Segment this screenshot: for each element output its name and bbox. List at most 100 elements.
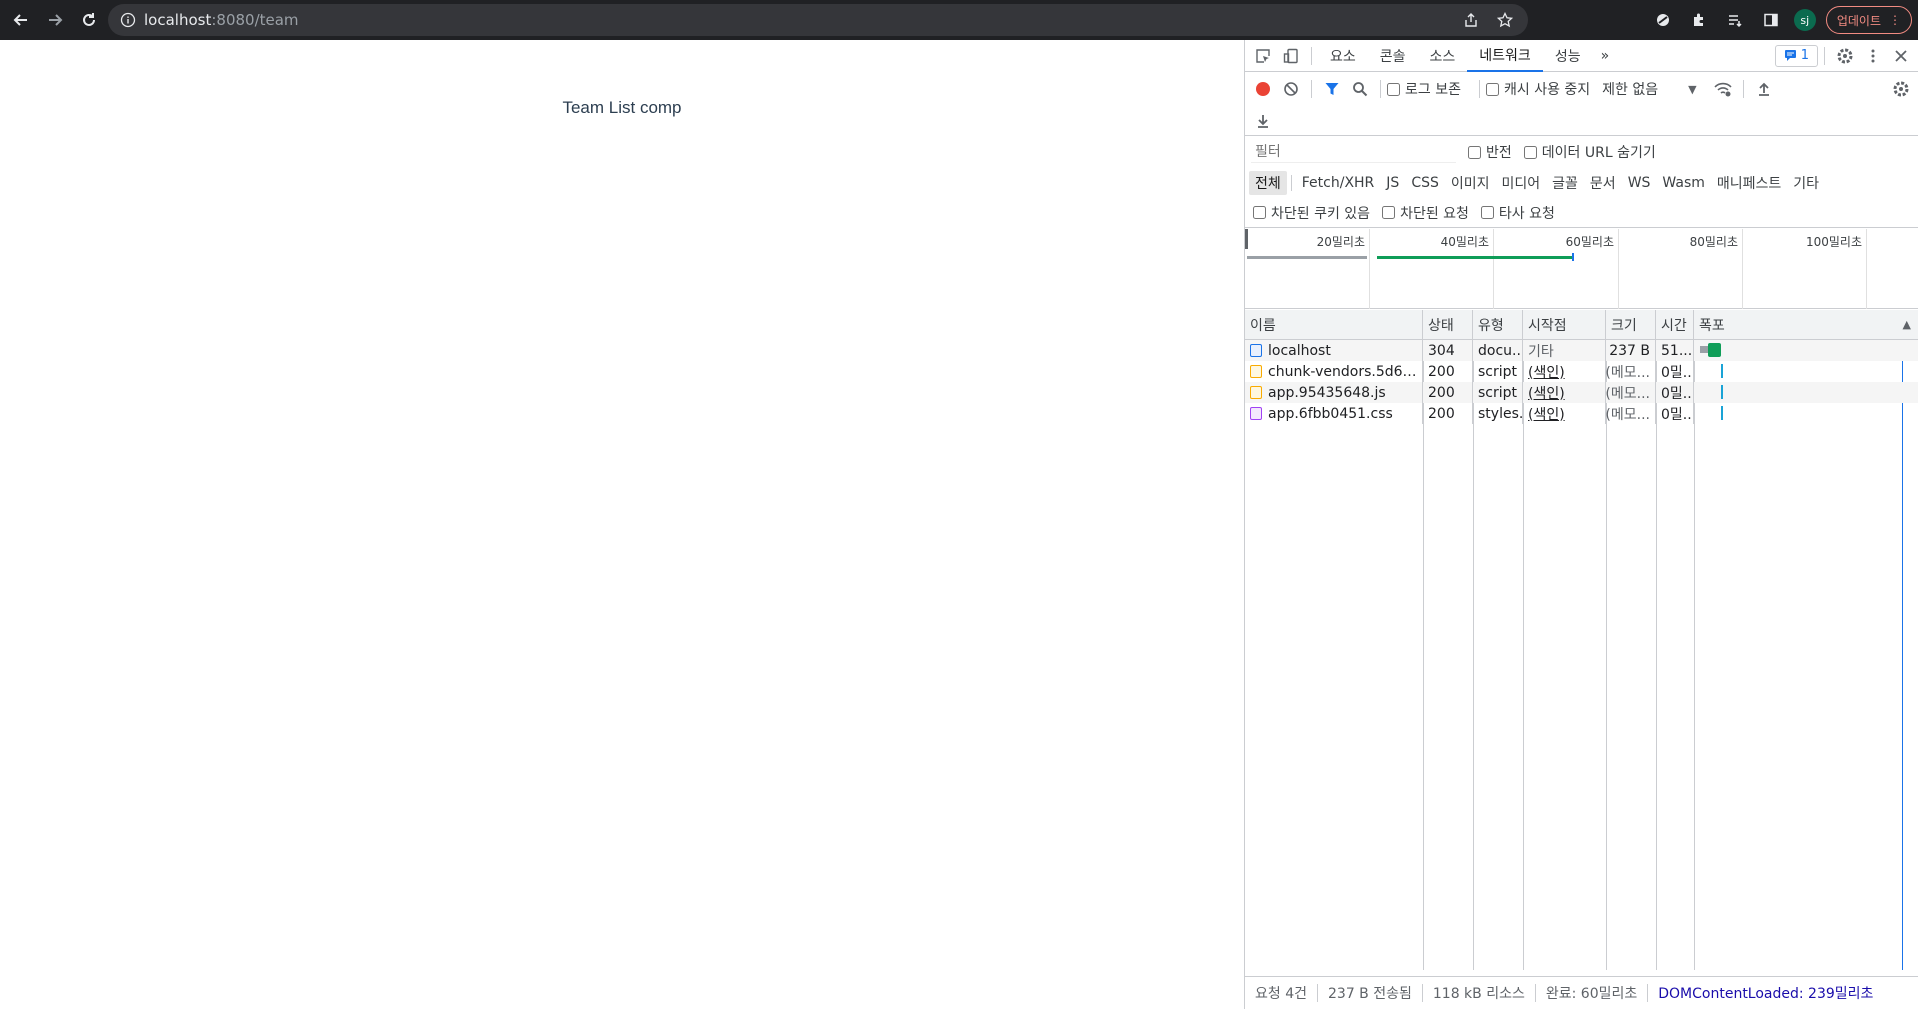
more-tabs-button[interactable]: » — [1593, 40, 1618, 72]
blocked-cookies-input[interactable] — [1253, 206, 1266, 219]
table-row[interactable]: localhost 304 docu... 기타 237 B 51... — [1245, 340, 1918, 361]
request-initiator-cell[interactable]: (색인) — [1523, 403, 1606, 424]
info-icon[interactable] — [120, 12, 136, 28]
back-button[interactable] — [4, 3, 38, 37]
overview-tick-label: 20밀리초 — [1316, 235, 1365, 249]
issues-count: 1 — [1800, 48, 1809, 63]
throttle-select[interactable]: 제한 없음 ▼ — [1602, 79, 1696, 99]
script-file-icon — [1250, 365, 1262, 378]
request-name-cell[interactable]: chunk-vendors.5d66e1d9... — [1245, 361, 1423, 382]
device-toolbar-icon[interactable] — [1277, 42, 1305, 70]
column-header-name[interactable]: 이름 — [1245, 310, 1423, 339]
invert-input[interactable] — [1468, 145, 1481, 159]
third-party-input[interactable] — [1480, 206, 1494, 219]
column-header-type[interactable]: 유형 — [1473, 310, 1523, 339]
profile-avatar[interactable]: sj — [1793, 9, 1816, 31]
hide-data-urls-input[interactable] — [1523, 145, 1537, 159]
inspect-element-icon[interactable] — [1249, 42, 1277, 70]
column-header-initiator[interactable]: 시작점 — [1523, 310, 1606, 339]
url-path: :8080/team — [211, 11, 299, 29]
request-time: 0밀... — [1656, 361, 1694, 382]
type-filter-0[interactable]: 전체 — [1249, 171, 1287, 195]
extensions-puzzle-icon[interactable] — [1686, 7, 1712, 33]
third-party-label: 타사 요청 — [1498, 205, 1555, 222]
record-icon[interactable] — [1249, 75, 1277, 103]
type-filter-5[interactable]: 미디어 — [1496, 171, 1547, 195]
type-filter-10[interactable]: 매니페스트 — [1711, 171, 1787, 195]
reading-list-icon[interactable] — [1722, 7, 1748, 33]
import-har-upload-icon[interactable] — [1750, 75, 1778, 103]
extension-vpn-icon[interactable] — [1650, 7, 1676, 33]
settings-gear-icon[interactable] — [1831, 42, 1859, 70]
address-bar[interactable]: localhost:8080/team — [108, 4, 1528, 36]
request-name-cell[interactable]: localhost — [1245, 340, 1423, 361]
clear-icon[interactable] — [1277, 75, 1305, 103]
request-initiator[interactable]: (색인) — [1528, 362, 1565, 382]
waterfall-bar — [1721, 385, 1723, 399]
request-name-cell[interactable]: app.95435648.js — [1245, 382, 1423, 403]
tab-4[interactable]: 성능 — [1543, 40, 1593, 72]
waterfall-bar — [1721, 406, 1723, 420]
filter-bar: 반전 데이터 URL 숨기기 — [1245, 136, 1918, 168]
column-header-waterfall[interactable]: 폭포 ▲ — [1694, 310, 1918, 339]
separator — [1311, 80, 1312, 98]
type-filter-3[interactable]: CSS — [1405, 171, 1445, 195]
tab-3[interactable]: 네트워크 — [1467, 40, 1543, 72]
column-divider — [1523, 340, 1524, 970]
reload-button[interactable] — [72, 3, 106, 37]
disable-cache-checkbox[interactable]: 캐시 사용 중지 — [1485, 79, 1590, 99]
invert-checkbox[interactable]: 반전 — [1468, 142, 1512, 162]
forward-button[interactable] — [38, 3, 72, 37]
table-row[interactable]: chunk-vendors.5d66e1d9...200script(색인) (메… — [1245, 361, 1918, 382]
filter-input[interactable] — [1251, 141, 1456, 163]
request-initiator[interactable]: (색인) — [1528, 404, 1565, 424]
column-header-status[interactable]: 상태 — [1423, 310, 1473, 339]
hide-data-urls-checkbox[interactable]: 데이터 URL 숨기기 — [1523, 142, 1656, 162]
network-settings-gear-icon[interactable] — [1887, 75, 1915, 103]
type-filter-2[interactable]: JS — [1380, 171, 1405, 195]
bookmark-star-icon[interactable] — [1492, 7, 1518, 33]
stylesheet-file-icon — [1250, 407, 1262, 420]
issues-button[interactable]: 1 — [1774, 44, 1818, 67]
column-header-time[interactable]: 시간 — [1656, 310, 1694, 339]
request-size: (메모... — [1606, 382, 1656, 403]
type-filter-1[interactable]: Fetch/XHR — [1296, 171, 1381, 195]
tab-1[interactable]: 콘솔 — [1368, 40, 1418, 72]
request-initiator-cell[interactable]: (색인) — [1523, 361, 1606, 382]
request-waterfall — [1694, 361, 1918, 382]
disable-cache-input[interactable] — [1485, 82, 1499, 96]
type-filter-8[interactable]: WS — [1622, 171, 1657, 195]
type-filter-7[interactable]: 문서 — [1584, 171, 1622, 195]
type-filter-6[interactable]: 글꼴 — [1546, 171, 1584, 195]
type-filter-9[interactable]: Wasm — [1656, 171, 1710, 195]
preserve-log-input[interactable] — [1387, 82, 1400, 96]
filter-funnel-icon[interactable] — [1318, 75, 1346, 103]
update-button[interactable]: 업데이트 ⋮ — [1825, 6, 1912, 34]
third-party-checkbox[interactable]: 타사 요청 — [1480, 203, 1555, 223]
blocked-cookies-checkbox[interactable]: 차단된 쿠키 있음 — [1253, 203, 1370, 223]
type-filter-4[interactable]: 이미지 — [1445, 171, 1496, 195]
network-conditions-wifi-icon[interactable] — [1709, 75, 1737, 103]
side-panel-icon[interactable] — [1758, 7, 1784, 33]
table-row[interactable]: app.6fbb0451.css 200styles...(색인) (메모...0밀… — [1245, 403, 1918, 424]
column-header-size[interactable]: 크기 — [1606, 310, 1656, 339]
type-filter-11[interactable]: 기타 — [1787, 171, 1825, 195]
close-devtools-icon[interactable] — [1887, 42, 1915, 70]
preserve-log-checkbox[interactable]: 로그 보존 — [1387, 79, 1461, 99]
blocked-requests-checkbox[interactable]: 차단된 요청 — [1382, 203, 1469, 223]
tab-0[interactable]: 요소 — [1318, 40, 1368, 72]
export-har-download-icon[interactable] — [1249, 107, 1277, 135]
tab-2[interactable]: 소스 — [1418, 40, 1468, 72]
table-row[interactable]: app.95435648.js 200 script (색인) (메모... 0밀... — [1245, 382, 1918, 403]
blocked-requests-input[interactable] — [1382, 206, 1396, 219]
search-icon[interactable] — [1346, 75, 1374, 103]
request-initiator-cell[interactable]: (색인) — [1523, 382, 1606, 403]
column-divider — [1656, 340, 1657, 970]
network-overview-timeline[interactable]: 20밀리초 40밀리초 60밀리초 80밀리초 100밀리초 — [1245, 229, 1918, 309]
request-waterfall — [1694, 382, 1918, 403]
share-icon[interactable] — [1458, 7, 1484, 33]
request-initiator[interactable]: (색인) — [1528, 383, 1565, 403]
customize-kebab-icon[interactable] — [1859, 42, 1887, 70]
request-name-cell[interactable]: app.6fbb0451.css — [1245, 403, 1423, 424]
forward-arrow-icon — [49, 14, 63, 26]
